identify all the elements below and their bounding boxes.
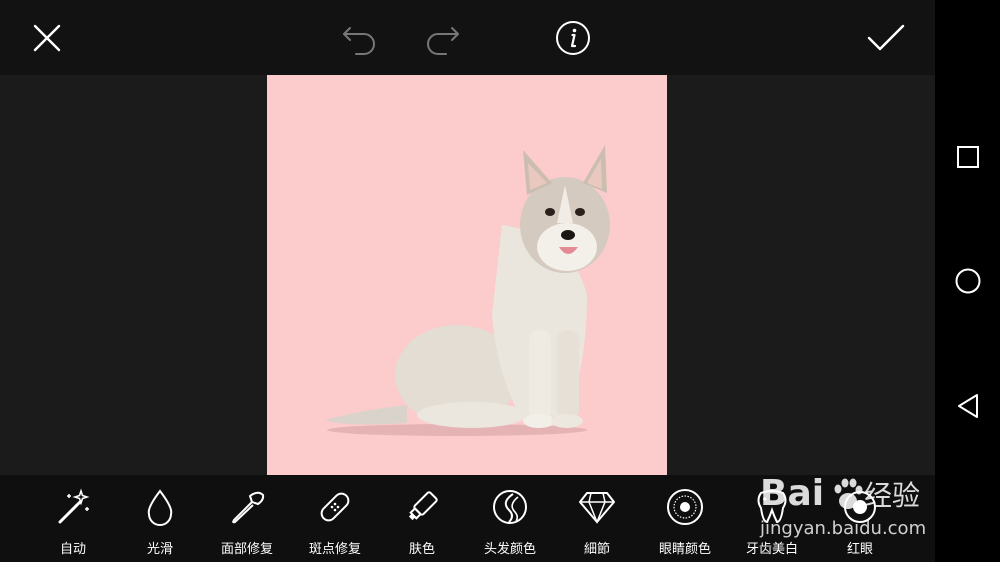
tool-skin-tone[interactable]: 肤色 [378,485,466,559]
tool-label: 細節 [583,542,610,557]
home-icon [955,268,980,293]
check-icon [867,24,905,51]
close-button[interactable] [23,14,71,62]
redo-button[interactable] [418,14,466,62]
redo-icon [427,27,459,55]
tool-eye-color[interactable]: 眼睛颜色 [641,485,729,559]
recent-apps-icon [956,145,979,168]
undo-icon [343,27,375,55]
tool-hair-color[interactable]: 头发颜色 [466,485,554,559]
tube-icon [408,491,438,521]
tool-details[interactable]: 細節 [553,485,641,559]
tool-label: 头发颜色 [483,542,536,557]
recent-apps-button[interactable] [945,134,990,179]
tool-face-fix[interactable]: 面部修复 [203,485,291,559]
droplet-icon [147,489,173,526]
back-icon [957,393,978,418]
close-icon [33,24,61,52]
top-bar [0,0,935,75]
makeup-brush-icon [232,491,265,524]
undo-button[interactable] [336,14,384,62]
tool-label: 斑点修复 [308,542,361,557]
info-button[interactable] [549,14,597,62]
photo-editor: 自动 光滑 面部修复 斑点修复 肤色 头发颜色 細節 眼睛颜色 牙齿美白 红眼 [0,0,935,562]
tool-label: 牙齿美白 [745,542,798,557]
tool-blemish-fix[interactable]: 斑点修复 [291,485,379,559]
photo-canvas[interactable] [267,75,667,475]
apply-button[interactable] [862,14,910,62]
hair-icon [493,490,527,524]
tool-smooth[interactable]: 光滑 [116,485,204,559]
info-icon [556,21,590,55]
canvas-area [0,75,935,475]
tool-label: 眼睛颜色 [658,542,711,557]
system-nav-bar [935,0,1000,562]
magic-wand-icon [58,488,90,524]
husky-puppy-image [325,145,610,436]
home-button[interactable] [945,258,990,303]
watermark-url: jingyan.baidu.com [760,518,927,539]
eye-iris-icon [667,489,703,525]
bandage-icon [320,492,350,522]
tool-label: 光滑 [146,542,173,557]
tool-label: 肤色 [408,542,435,557]
back-button[interactable] [945,383,990,428]
tool-label: 红眼 [846,542,873,557]
tool-label: 面部修复 [220,542,273,557]
tool-label: 自动 [59,542,86,557]
tool-auto[interactable]: 自动 [29,485,117,559]
diamond-icon [579,492,615,524]
